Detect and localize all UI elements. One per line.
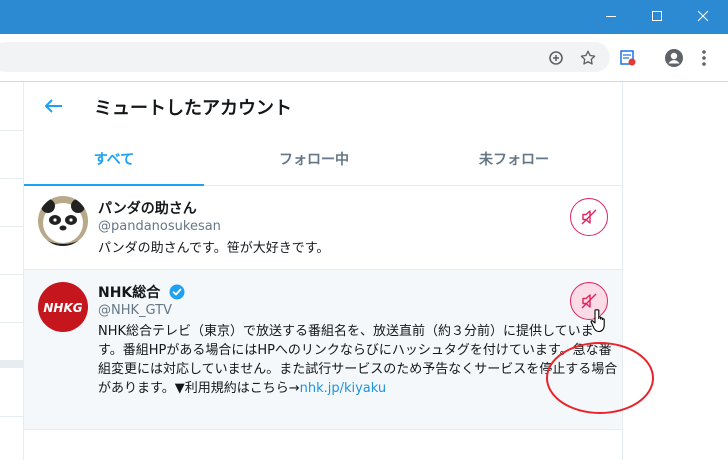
minimize-button[interactable] bbox=[588, 0, 634, 32]
avatar-logo-text: NHKG bbox=[43, 301, 82, 315]
maximize-button[interactable] bbox=[634, 0, 680, 32]
extension-icon bbox=[620, 50, 636, 66]
account-handle: @NHK_GTV bbox=[98, 303, 172, 318]
account-name[interactable]: NHK総合 bbox=[98, 282, 185, 302]
profile-button[interactable] bbox=[662, 46, 686, 70]
star-icon bbox=[580, 50, 596, 65]
tab-following-label: フォロー中 bbox=[279, 151, 349, 168]
nhk-logo-avatar: NHKG bbox=[38, 282, 88, 332]
avatar[interactable]: NHKG bbox=[38, 282, 88, 332]
tab-not-following-label: 未フォロー bbox=[479, 151, 549, 168]
zoom-button[interactable] bbox=[544, 46, 568, 70]
unmute-button[interactable] bbox=[570, 198, 608, 236]
profile-icon bbox=[665, 49, 683, 67]
account-name-text: NHK総合 bbox=[98, 285, 161, 301]
window-title-bar bbox=[0, 0, 728, 34]
tab-all[interactable]: すべて bbox=[24, 132, 204, 186]
minimize-icon bbox=[606, 16, 616, 17]
verified-badge-icon bbox=[169, 284, 185, 300]
account-name[interactable]: パンダの助さん bbox=[98, 198, 197, 218]
hand-cursor-icon bbox=[590, 309, 605, 333]
maximize-icon bbox=[652, 11, 662, 21]
panda-avatar-icon bbox=[38, 196, 88, 246]
highlight-circle bbox=[546, 342, 654, 414]
back-button[interactable] bbox=[40, 94, 68, 118]
bookmark-button[interactable] bbox=[576, 46, 600, 70]
tab-following[interactable]: フォロー中 bbox=[224, 132, 404, 185]
panel-header: ミュートしたアカウント bbox=[24, 82, 622, 132]
bio-link[interactable]: nhk.jp/kiyaku bbox=[300, 381, 387, 396]
background-sidebar bbox=[0, 82, 24, 460]
account-handle: @pandanosukesan bbox=[98, 219, 221, 234]
tab-not-following[interactable]: 未フォロー bbox=[424, 132, 604, 185]
avatar[interactable] bbox=[38, 196, 88, 246]
muted-accounts-panel: ミュートしたアカウント すべて フォロー中 未フォロー パンダの助さん @pan… bbox=[24, 82, 654, 460]
browser-menu-button[interactable] bbox=[692, 46, 716, 70]
close-button[interactable] bbox=[680, 0, 726, 32]
account-bio: NHK総合テレビ（東京）で放送する番組名を、放送直前（約３分前）に提供しています… bbox=[98, 322, 618, 398]
close-icon bbox=[697, 10, 709, 22]
tab-bar: すべて フォロー中 未フォロー bbox=[24, 132, 622, 186]
menu-icon bbox=[702, 50, 706, 66]
tab-all-label: すべて bbox=[93, 151, 135, 168]
address-bar[interactable] bbox=[0, 42, 610, 72]
extension-button[interactable] bbox=[616, 46, 640, 70]
browser-toolbar bbox=[0, 34, 728, 82]
account-bio: パンダの助さんです。笹が大好きです。 bbox=[98, 241, 330, 256]
back-arrow-icon bbox=[45, 99, 62, 113]
account-row[interactable]: パンダの助さん @pandanosukesan パンダの助さんです。笹が大好きで… bbox=[24, 186, 622, 270]
zoom-icon bbox=[549, 51, 563, 65]
page-title: ミュートしたアカウント bbox=[94, 98, 292, 119]
account-row[interactable]: NHKG NHK総合 @NHK_GTV NHK総合テレビ（東京）で放送する番組名… bbox=[24, 270, 654, 430]
muted-speaker-icon bbox=[581, 209, 597, 225]
